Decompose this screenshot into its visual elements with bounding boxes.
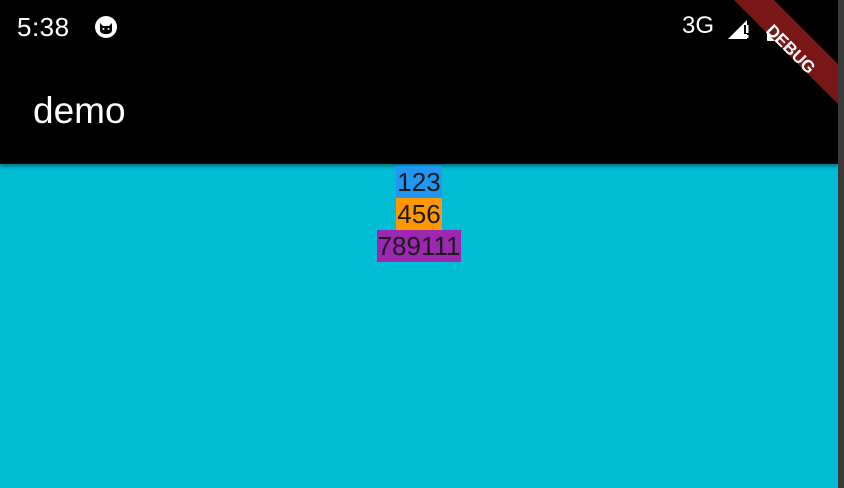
app-screen: 5:38 3G demo 123 456 789111 DEBUG	[0, 0, 838, 488]
text-item-purple: 789111	[376, 230, 462, 262]
network-type-label: 3G	[682, 12, 715, 39]
battery-icon	[767, 13, 781, 41]
cellular-signal-icon	[728, 20, 750, 39]
content-column: 123 456 789111	[0, 166, 838, 262]
app-bar: demo	[0, 56, 838, 164]
status-clock: 5:38	[17, 12, 70, 42]
text-item-blue: 123	[396, 166, 442, 198]
app-bar-title: demo	[33, 90, 126, 131]
window-edge	[838, 0, 844, 488]
status-bar: 5:38 3G	[0, 0, 838, 56]
text-item-orange: 456	[396, 198, 442, 230]
cat-notification-icon	[95, 16, 117, 38]
